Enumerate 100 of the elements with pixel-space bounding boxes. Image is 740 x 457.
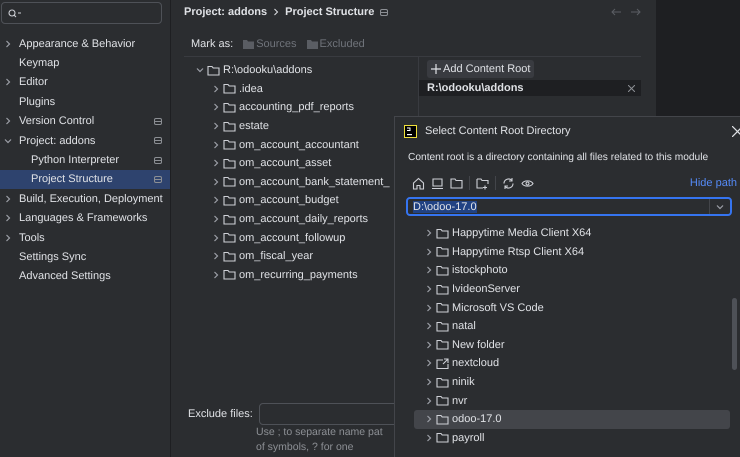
chevron-down-icon xyxy=(196,66,204,74)
folder-tree-item[interactable]: payroll xyxy=(414,428,730,448)
folder-icon xyxy=(223,214,236,225)
chevron-right-icon xyxy=(4,194,12,203)
folder-icon xyxy=(223,269,236,280)
folder-tree-item[interactable]: natal xyxy=(414,316,730,336)
hide-path-link[interactable]: Hide path xyxy=(690,177,737,189)
chevron-right-icon xyxy=(425,322,433,330)
folder-tree-item[interactable]: om_fiscal_year xyxy=(184,246,313,266)
chevron-right-icon xyxy=(4,234,12,242)
folder-tree-item[interactable]: Happytime Media Client X64 xyxy=(414,224,730,243)
hint-text: Use ; to separate name pat xyxy=(256,425,383,440)
folder-tree-item[interactable]: accounting_pdf_reports xyxy=(184,98,354,117)
home-icon[interactable] xyxy=(412,176,425,190)
folder-tree-item[interactable]: ninik xyxy=(414,372,730,392)
search-field[interactable] xyxy=(1,2,162,24)
folder-icon xyxy=(436,264,449,276)
settings-nav-item[interactable]: Project: addons xyxy=(0,130,170,150)
chevron-right-icon xyxy=(212,84,220,93)
settings-nav-item[interactable]: Advanced Settings xyxy=(0,266,170,286)
exclude-files-label: Exclude files: xyxy=(188,408,253,420)
folder-icon xyxy=(436,395,449,406)
folder-icon xyxy=(436,302,449,314)
chevron-right-icon xyxy=(425,285,433,294)
dialog-title: Select Content Root Directory xyxy=(425,125,571,137)
chevron-right-icon xyxy=(212,270,220,279)
chevron-right-icon xyxy=(273,8,280,16)
monitor-icon[interactable] xyxy=(431,176,444,190)
chevron-right-icon xyxy=(425,415,433,424)
settings-nav-item[interactable]: Appearance & Behavior xyxy=(0,34,170,54)
project-level-icon xyxy=(380,8,388,16)
new-folder-icon[interactable] xyxy=(476,176,489,190)
folder-icon xyxy=(223,83,236,94)
folder-tree-item[interactable]: estate xyxy=(184,116,269,136)
folder-icon xyxy=(223,158,236,169)
chevron-right-icon xyxy=(425,378,433,386)
chevron-right-icon xyxy=(212,234,220,242)
folder-icon[interactable] xyxy=(450,176,463,190)
folder-icon xyxy=(223,250,236,262)
chevron-right-icon xyxy=(425,396,433,405)
path-field[interactable]: D:\odoo-17.0 xyxy=(406,197,732,216)
folder-tree-item[interactable]: .idea xyxy=(184,80,263,98)
add-content-root-button[interactable]: Add Content Root xyxy=(427,60,534,78)
chevron-right-icon xyxy=(212,140,220,149)
chevron-right-icon xyxy=(4,78,12,86)
chevron-right-icon xyxy=(212,196,220,204)
folder-icon xyxy=(436,284,449,295)
folder-icon xyxy=(436,432,449,444)
settings-nav-item[interactable]: Python Interpreter xyxy=(0,150,170,170)
folder-tree-item[interactable]: om_account_daily_reports xyxy=(184,210,368,228)
folder-tree-item[interactable]: Microsoft VS Code xyxy=(414,298,730,317)
settings-nav-item[interactable]: Settings Sync xyxy=(0,247,170,267)
folder-tree-item[interactable]: om_account_budget xyxy=(184,191,339,210)
folder-icon xyxy=(223,120,236,132)
chevron-right-icon xyxy=(425,266,433,274)
folder-tree-item[interactable]: R:\odooku\addons xyxy=(184,61,312,80)
chevron-right-icon xyxy=(212,122,220,130)
folder-tree-item[interactable]: New folder xyxy=(414,336,730,354)
app-logo-icon xyxy=(404,124,417,138)
chevron-right-icon xyxy=(4,40,12,48)
settings-nav-item[interactable]: Editor xyxy=(0,72,170,92)
folder-tree-item[interactable]: om_account_accountant xyxy=(184,135,359,154)
folder-tree-item[interactable]: om_recurring_payments xyxy=(184,266,358,284)
chevron-down-icon xyxy=(716,202,724,210)
folder-tree-item[interactable]: om_account_asset xyxy=(184,154,332,173)
settings-nav-item[interactable]: Languages & Frameworks xyxy=(0,208,170,228)
folder-tree-item[interactable]: Happytime Rtsp Client X64 xyxy=(414,242,730,262)
settings-nav-item[interactable]: Plugins xyxy=(0,92,170,112)
folder-tree-item[interactable]: nextcloud xyxy=(414,354,730,373)
settings-nav-item[interactable]: Tools xyxy=(0,228,170,248)
folder-tree-item[interactable]: om_account_bank_statement_ xyxy=(184,172,390,192)
mark-as-label: Mark as: xyxy=(191,38,234,50)
content-root-path: R:\odooku\addons xyxy=(427,82,524,94)
chevron-down-icon xyxy=(4,136,12,145)
refresh-icon[interactable] xyxy=(502,176,515,190)
folder-tree-item[interactable]: om_account_followup xyxy=(184,228,346,247)
folder-tree-item[interactable]: nvr xyxy=(414,391,730,410)
settings-nav-item[interactable]: Build, Execution, Deployment xyxy=(0,189,170,209)
folder-icon xyxy=(436,376,449,388)
folder-tree-item[interactable]: odoo-17.0 xyxy=(414,410,730,429)
chevron-right-icon xyxy=(212,252,220,260)
close-icon[interactable] xyxy=(628,84,635,92)
chevron-right-icon xyxy=(212,178,220,186)
folder-icon xyxy=(436,320,449,332)
dialog-description: Content root is a directory containing all files related to this module xyxy=(408,152,710,163)
folder-icon xyxy=(223,139,236,150)
settings-nav-item[interactable]: Keymap xyxy=(0,53,170,73)
folder-icon xyxy=(223,176,236,188)
chevron-right-icon xyxy=(425,248,433,256)
settings-nav-item[interactable]: Version Control xyxy=(0,112,170,131)
chevron-right-icon xyxy=(212,215,220,224)
folder-icon xyxy=(223,232,236,244)
folder-tree-item[interactable]: IvideonServer xyxy=(414,280,730,298)
folder-icon xyxy=(306,40,318,48)
chevron-right-icon xyxy=(4,214,12,222)
settings-nav-item[interactable]: Project Structure xyxy=(0,170,170,190)
breadcrumb-item: Project: addons xyxy=(184,6,268,18)
plus-icon xyxy=(431,64,441,74)
folder-icon xyxy=(436,339,449,350)
folder-tree-item[interactable]: istockphoto xyxy=(414,261,730,280)
